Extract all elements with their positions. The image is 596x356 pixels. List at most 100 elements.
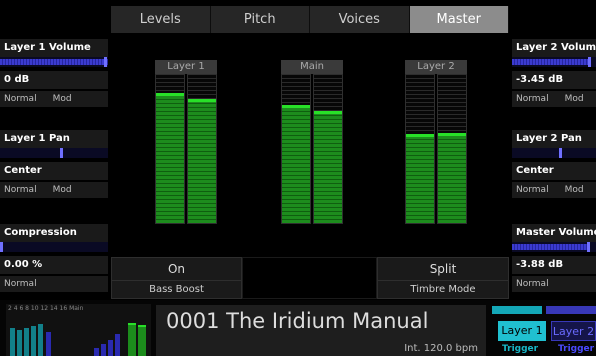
compression-value[interactable]: 0.00 % <box>0 256 108 274</box>
meter-peak <box>314 110 342 114</box>
normal-label[interactable]: Normal <box>4 182 37 198</box>
layer2-pan-slider[interactable] <box>512 148 596 158</box>
meter-layer1: Layer 1 <box>155 60 217 224</box>
meter-bars <box>281 74 343 224</box>
meter-level <box>314 110 342 223</box>
layer1-pan-panel: Layer 1 Pan Center Normal Mod <box>0 130 108 198</box>
layer1-pan-mode: Normal Mod <box>0 182 108 198</box>
layer1-pan-value[interactable]: Center <box>0 162 108 180</box>
slider-handle[interactable] <box>104 57 107 67</box>
mod-label[interactable]: Mod <box>53 91 72 107</box>
layer-strip <box>492 306 596 316</box>
meter-layer2: Layer 2 <box>405 60 467 224</box>
compression-slider[interactable] <box>0 242 108 252</box>
slider-fill <box>512 59 590 65</box>
layer2-volume-slider[interactable] <box>512 57 596 67</box>
normal-label[interactable]: Normal <box>4 91 37 107</box>
meter-level <box>406 134 434 223</box>
layer2-volume-title: Layer 2 Volume <box>512 39 596 57</box>
layer1-trigger[interactable]: Trigger <box>502 344 538 354</box>
level-meters: Layer 1 Main Layer 2 <box>111 34 509 254</box>
layer2-volume-panel: Layer 2 Volume -3.45 dB Normal Mod <box>512 39 596 107</box>
slider-handle[interactable] <box>587 242 590 252</box>
tempo-readout: Int. 120.0 bpm <box>404 343 478 354</box>
compression-mode: Normal <box>0 276 108 292</box>
slider-fill <box>512 244 588 250</box>
meter-label: Main <box>281 60 343 74</box>
layer1-volume-mode: Normal Mod <box>0 91 108 107</box>
tab-master[interactable]: Master <box>409 6 509 33</box>
layer2-volume-mode: Normal Mod <box>512 91 596 107</box>
layer1-pan-title: Layer 1 Pan <box>0 130 108 148</box>
meter-level <box>188 98 216 223</box>
meter-bar-left <box>155 74 185 224</box>
layer2-volume-value[interactable]: -3.45 dB <box>512 71 596 89</box>
layer2-pan-value[interactable]: Center <box>512 162 596 180</box>
tab-levels[interactable]: Levels <box>111 6 211 33</box>
slider-handle[interactable] <box>588 57 591 67</box>
master-volume-slider[interactable] <box>512 242 596 252</box>
normal-label[interactable]: Normal <box>516 91 549 107</box>
master-volume-mode: Normal <box>512 276 596 292</box>
meter-main: Main <box>281 60 343 224</box>
meter-bar-right <box>187 74 217 224</box>
meter-bar-right <box>437 74 467 224</box>
bass-boost-label: Bass Boost <box>149 284 204 295</box>
compression-panel: Compression 0.00 % Normal <box>0 224 108 292</box>
mini-meter-graphic <box>10 323 146 356</box>
slider-fill <box>0 59 108 65</box>
master-volume-title: Master Volume <box>512 224 596 242</box>
meter-bars <box>155 74 217 224</box>
layer2-pan-panel: Layer 2 Pan Center Normal Mod <box>512 130 596 198</box>
meter-peak <box>282 104 310 108</box>
meter-level <box>282 104 310 223</box>
patch-display[interactable]: 0001 The Iridium Manual Int. 120.0 bpm <box>156 305 486 356</box>
meter-label: Layer 1 <box>155 60 217 74</box>
slider-handle[interactable] <box>0 242 3 252</box>
meter-peak <box>406 134 434 138</box>
master-volume-panel: Master Volume -3.88 dB Normal <box>512 224 596 292</box>
layer1-volume-panel: Layer 1 Volume 0 dB Normal Mod <box>0 39 108 107</box>
meter-level <box>156 92 184 223</box>
layer1-strip <box>492 306 542 314</box>
tab-pitch[interactable]: Pitch <box>210 6 310 33</box>
meter-peak <box>156 92 184 96</box>
meter-bar-left <box>281 74 311 224</box>
normal-label[interactable]: Normal <box>516 276 549 292</box>
tab-bar: Levels Pitch Voices Master <box>111 6 509 33</box>
normal-label[interactable]: Normal <box>516 182 549 198</box>
patch-name: 0001 The Iridium Manual <box>166 309 429 333</box>
meter-peak <box>188 98 216 102</box>
compression-title: Compression <box>0 224 108 242</box>
layer2-strip <box>546 306 596 314</box>
layer1-button[interactable]: Layer 1 <box>498 321 546 341</box>
slider-handle[interactable] <box>60 148 63 158</box>
meter-peak <box>438 132 466 136</box>
layer2-trigger[interactable]: Trigger <box>558 344 594 354</box>
layer2-button[interactable]: Layer 2 <box>551 321 596 341</box>
bass-boost-toggle[interactable]: On Bass Boost <box>111 257 242 299</box>
timbre-mode-toggle[interactable]: Split Timbre Mode <box>377 257 509 299</box>
bass-boost-value: On <box>112 258 241 281</box>
meter-bar-left <box>405 74 435 224</box>
normal-label[interactable]: Normal <box>4 276 37 292</box>
meter-bar-right <box>313 74 343 224</box>
meter-bars <box>405 74 467 224</box>
mini-meter: 2 4 6 8 10 12 14 16 Main <box>6 304 151 356</box>
mod-label[interactable]: Mod <box>53 182 72 198</box>
timbre-mode-value: Split <box>378 258 508 281</box>
mod-label[interactable]: Mod <box>565 182 584 198</box>
master-volume-value[interactable]: -3.88 dB <box>512 256 596 274</box>
timbre-mode-label: Timbre Mode <box>410 284 476 295</box>
meter-label: Layer 2 <box>405 60 467 74</box>
layer1-pan-slider[interactable] <box>0 148 108 158</box>
layer1-volume-value[interactable]: 0 dB <box>0 71 108 89</box>
slider-handle[interactable] <box>559 148 562 158</box>
tab-voices[interactable]: Voices <box>310 6 410 33</box>
layer1-volume-title: Layer 1 Volume <box>0 39 108 57</box>
layer2-pan-title: Layer 2 Pan <box>512 130 596 148</box>
layer1-volume-slider[interactable] <box>0 57 108 67</box>
mod-label[interactable]: Mod <box>565 91 584 107</box>
empty-slot <box>242 257 377 299</box>
meter-level <box>438 132 466 223</box>
